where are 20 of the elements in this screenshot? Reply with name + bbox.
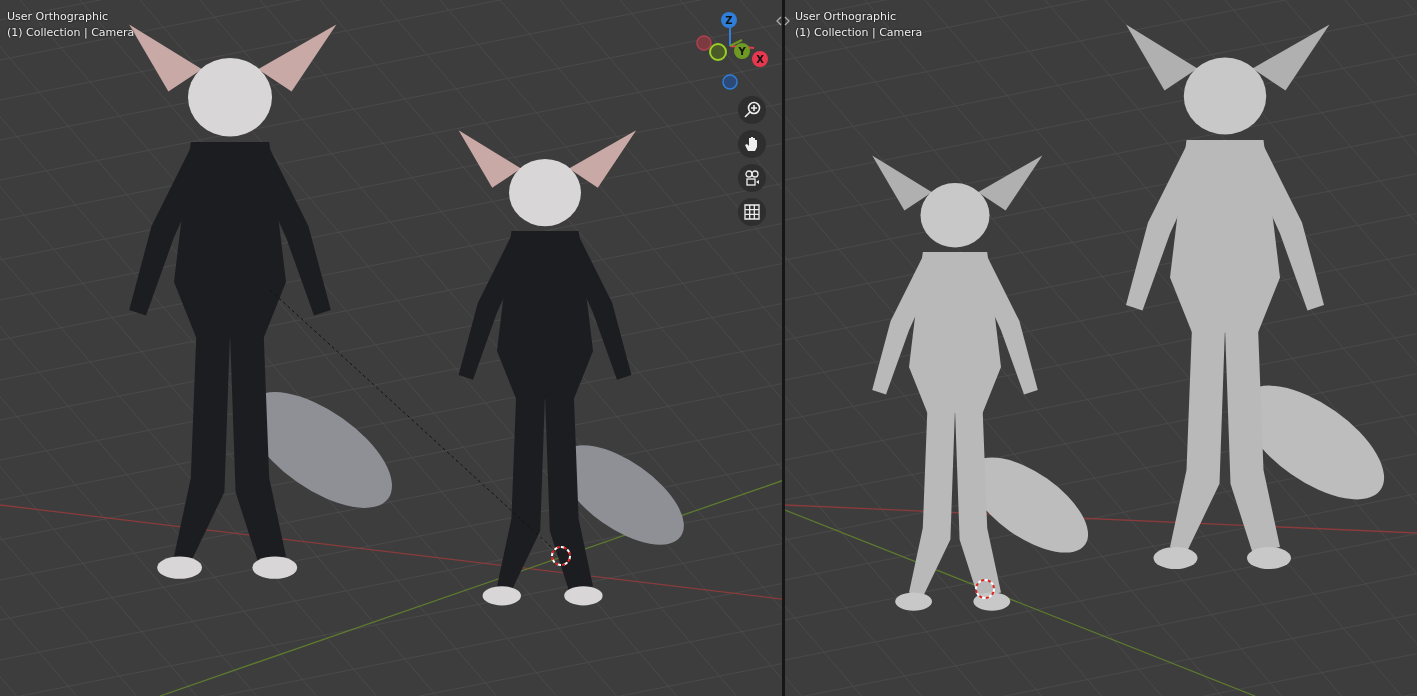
grid-toggle-button[interactable]	[738, 198, 766, 226]
collection-name: (1) Collection | Camera	[795, 26, 923, 39]
zoom-icon	[743, 101, 761, 119]
camera-view-button[interactable]	[738, 164, 766, 192]
axis-label[interactable]: Y	[734, 43, 750, 59]
view-name: User Orthographic	[795, 10, 897, 23]
view-name: User Orthographic	[7, 10, 109, 23]
3d-viewport[interactable]: User Orthographic (1) Collection | Camera	[785, 0, 1417, 696]
axis-label[interactable]: Z	[721, 12, 737, 28]
camera-icon	[743, 169, 761, 187]
zoom-button[interactable]	[738, 96, 766, 124]
area-split-icon[interactable]	[776, 16, 790, 26]
grid-icon	[743, 203, 761, 221]
navigation-gizmo[interactable]: Z Y X	[694, 10, 774, 90]
pan-button[interactable]	[738, 130, 766, 158]
3d-cursor-icon	[975, 579, 995, 599]
3d-viewport[interactable]: User Orthographic (1) Collection | Camera Z Y X	[0, 0, 782, 696]
axis-label[interactable]: X	[752, 51, 768, 67]
collection-name: (1) Collection | Camera	[7, 26, 135, 39]
3d-cursor-icon	[551, 546, 571, 566]
